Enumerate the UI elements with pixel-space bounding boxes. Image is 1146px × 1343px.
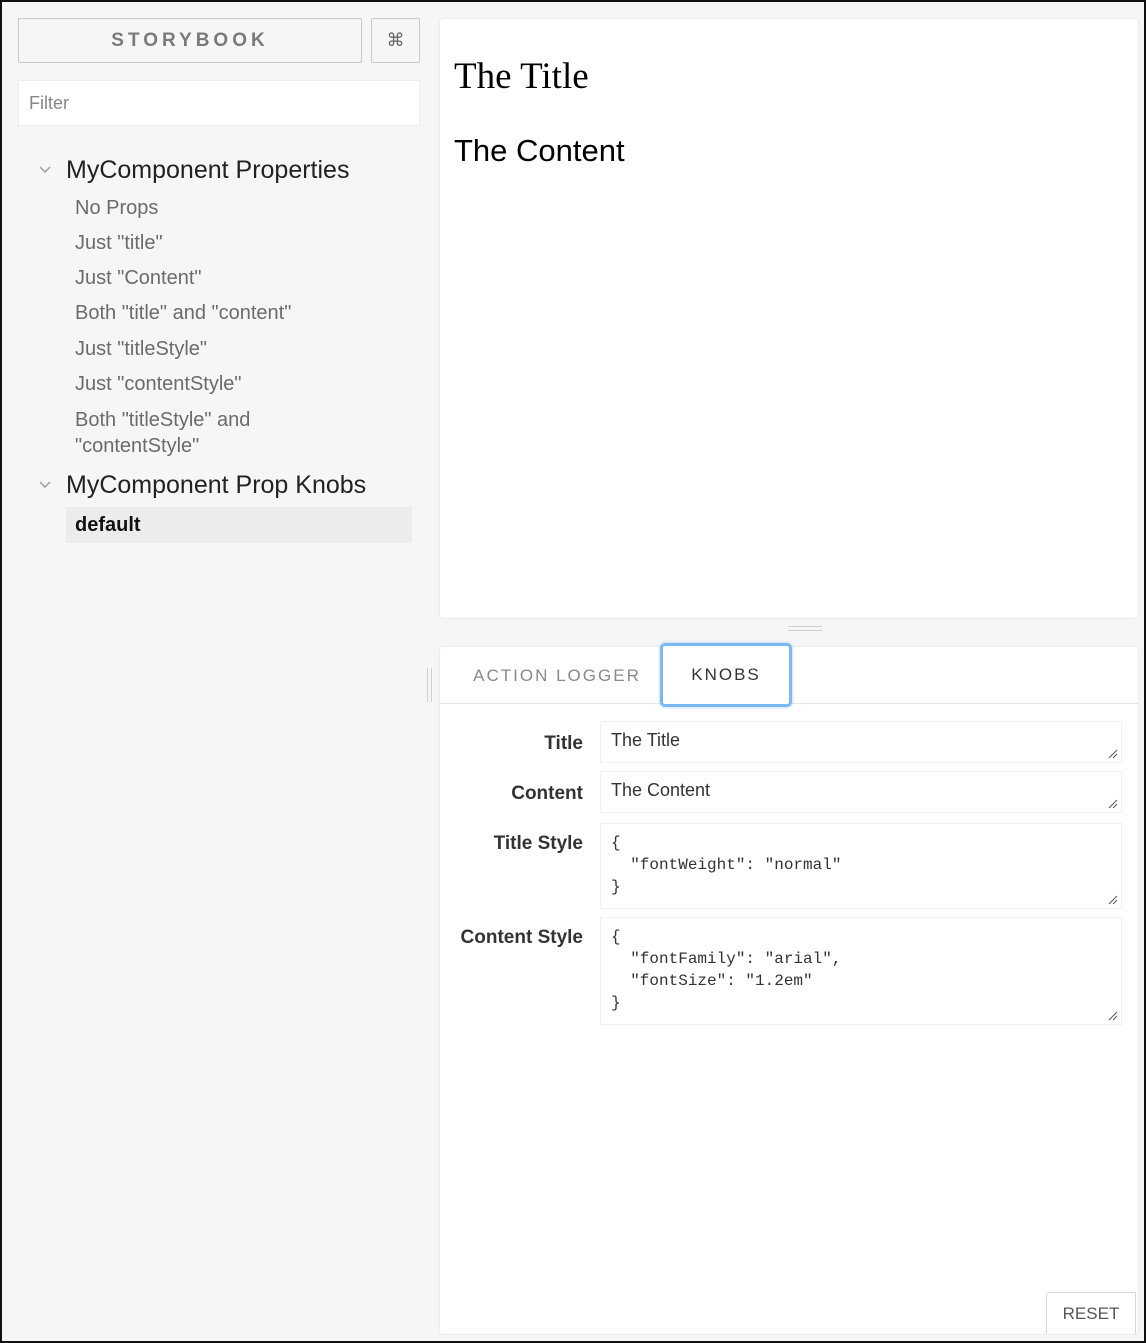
- knob-label-content: Content: [511, 783, 583, 804]
- vertical-resize-handle[interactable]: [427, 668, 432, 702]
- knob-label-title: Title: [544, 733, 583, 754]
- story-kind-label: MyComponent Properties: [66, 155, 350, 184]
- story-kind-mycomponent-prop-knobs[interactable]: MyComponent Prop Knobs: [38, 468, 366, 502]
- story-default-selected[interactable]: default: [66, 507, 412, 543]
- knob-label-title-style: Title Style: [493, 833, 583, 854]
- horizontal-resize-handle[interactable]: [788, 626, 822, 631]
- knob-content-field[interactable]: The Content: [600, 771, 1122, 813]
- knob-title-field[interactable]: The Title: [600, 721, 1122, 763]
- story-no-props[interactable]: No Props: [66, 195, 412, 221]
- story-kind-label: MyComponent Prop Knobs: [66, 470, 367, 499]
- reset-button[interactable]: RESET: [1046, 1292, 1136, 1334]
- preview-title: The Title: [454, 56, 589, 97]
- command-icon: ⌘: [386, 30, 405, 50]
- story-both-styles[interactable]: Both "titleStyle" and "contentStyle": [66, 407, 296, 459]
- story-preview: The Title The Content: [439, 18, 1139, 619]
- shortcuts-button[interactable]: ⌘: [371, 18, 420, 63]
- chevron-down-icon: [38, 478, 52, 492]
- story-kind-mycomponent-properties[interactable]: MyComponent Properties: [38, 153, 349, 187]
- filter-input[interactable]: [18, 80, 420, 126]
- story-both-title-content[interactable]: Both "title" and "content": [66, 300, 412, 326]
- story-just-contentstyle[interactable]: Just "contentStyle": [66, 371, 412, 397]
- knob-content-style-field[interactable]: { "fontFamily": "arial", "fontSize": "1.…: [600, 917, 1122, 1025]
- story-just-title[interactable]: Just "title": [66, 230, 412, 256]
- addons-panel: ACTION LOGGER KNOBS Title The Title Cont…: [439, 643, 1139, 1335]
- knob-label-content-style: Content Style: [460, 927, 583, 948]
- addon-tabs: ACTION LOGGER KNOBS: [440, 643, 1138, 707]
- tab-knobs[interactable]: KNOBS: [660, 643, 792, 707]
- storybook-brand-button[interactable]: STORYBOOK: [18, 18, 362, 63]
- story-just-titlestyle[interactable]: Just "titleStyle": [66, 336, 412, 362]
- knob-title-style-field[interactable]: { "fontWeight": "normal" }: [600, 823, 1122, 909]
- chevron-down-icon: [38, 163, 52, 177]
- storybook-window: STORYBOOK ⌘ MyComponent Properties No Pr…: [0, 0, 1146, 1343]
- preview-content: The Content: [454, 133, 625, 168]
- story-just-content[interactable]: Just "Content": [66, 265, 412, 291]
- tab-action-logger[interactable]: ACTION LOGGER: [452, 647, 662, 704]
